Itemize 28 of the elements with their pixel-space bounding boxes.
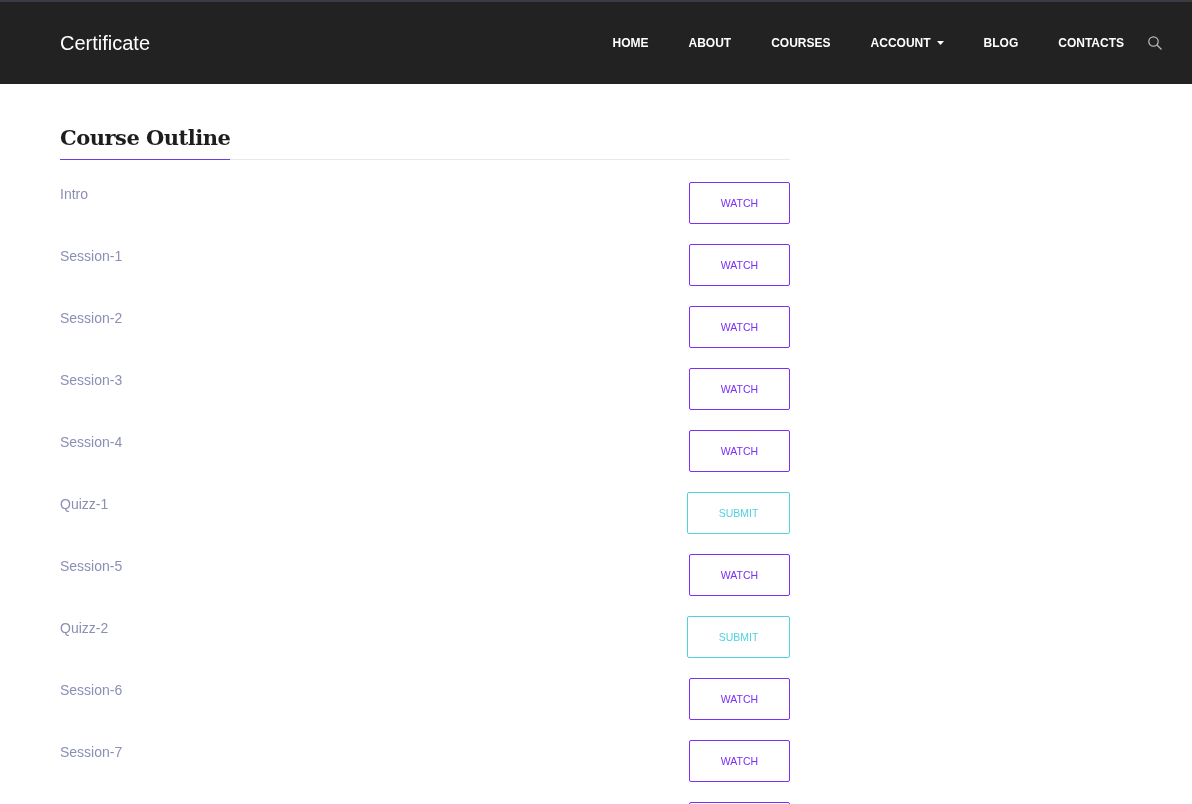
- watch-button[interactable]: WATCH: [689, 430, 790, 472]
- nav-link[interactable]: ABOUT: [688, 36, 732, 50]
- watch-button[interactable]: WATCH: [689, 678, 790, 720]
- lesson-title: Session-6: [60, 682, 123, 698]
- nav-link[interactable]: ACCOUNT: [870, 36, 944, 50]
- lesson-title: Session-1: [60, 248, 123, 264]
- section-heading: Course Outline: [60, 125, 231, 160]
- search-icon[interactable]: [1148, 36, 1162, 50]
- lesson-title: Session-5: [60, 558, 123, 574]
- lesson-title: Intro: [60, 186, 88, 202]
- lesson-title: Session-2: [60, 310, 123, 326]
- nav-link[interactable]: COURSES: [771, 36, 831, 50]
- lesson-title: Session-7: [60, 744, 123, 760]
- lesson-title: Session-4: [60, 434, 123, 450]
- lesson-title: Quizz-2: [60, 620, 109, 636]
- caret-icon: [936, 41, 944, 45]
- watch-button[interactable]: WATCH: [689, 368, 790, 410]
- watch-button[interactable]: WATCH: [689, 740, 790, 782]
- watch-button[interactable]: WATCH: [689, 182, 790, 224]
- watch-button[interactable]: WATCH: [689, 306, 790, 348]
- nav-link[interactable]: CONTACTS: [1058, 36, 1124, 50]
- lesson-title: Session-3: [60, 372, 123, 388]
- watch-button[interactable]: WATCH: [689, 554, 790, 596]
- nav-link[interactable]: BLOG: [983, 36, 1019, 50]
- watch-button[interactable]: WATCH: [689, 244, 790, 286]
- nav-link[interactable]: HOME: [612, 36, 649, 50]
- lesson-title: Quizz-1: [60, 496, 109, 512]
- site-brand[interactable]: Certificate: [60, 31, 613, 55]
